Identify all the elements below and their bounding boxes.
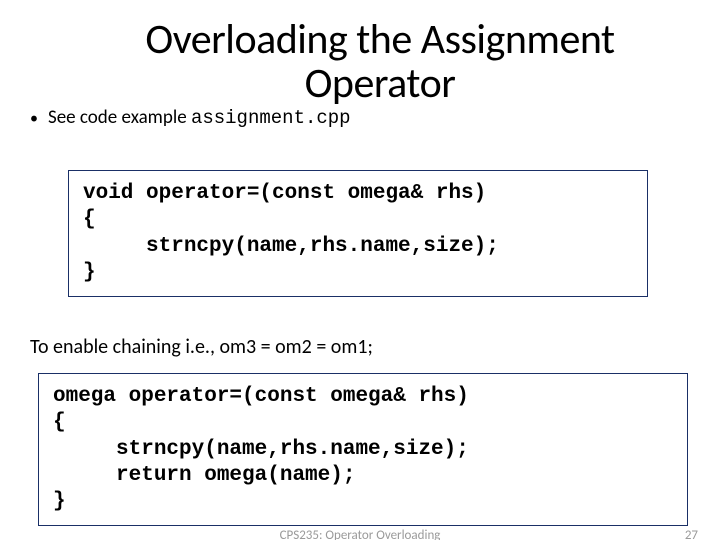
title-line-2: Operator: [305, 58, 456, 109]
code-block-omega: omega operator=(const omega& rhs) { strn…: [38, 373, 688, 526]
chain-explanation: To enable chaining i.e., om3 = om2 = om1…: [30, 335, 692, 359]
bullet-filename: assignment.cpp: [191, 107, 351, 129]
bullet-dot-icon: •: [30, 111, 38, 127]
footer-course: CPS235: Operator Overloading: [0, 528, 720, 540]
bullet-text: See code example assignment.cpp: [48, 106, 351, 129]
code-block-void: void operator=(const omega& rhs) { strnc…: [68, 170, 648, 297]
slide-title: Overloading the Assignment Operator: [78, 18, 682, 106]
title-block: Overloading the Assignment Operator • Se…: [28, 10, 692, 140]
slide: Overloading the Assignment Operator • Se…: [0, 0, 720, 540]
footer-page-number: 27: [685, 528, 698, 540]
bullet-item: • See code example assignment.cpp: [30, 106, 351, 129]
bullet-prefix: See code example: [48, 106, 191, 129]
